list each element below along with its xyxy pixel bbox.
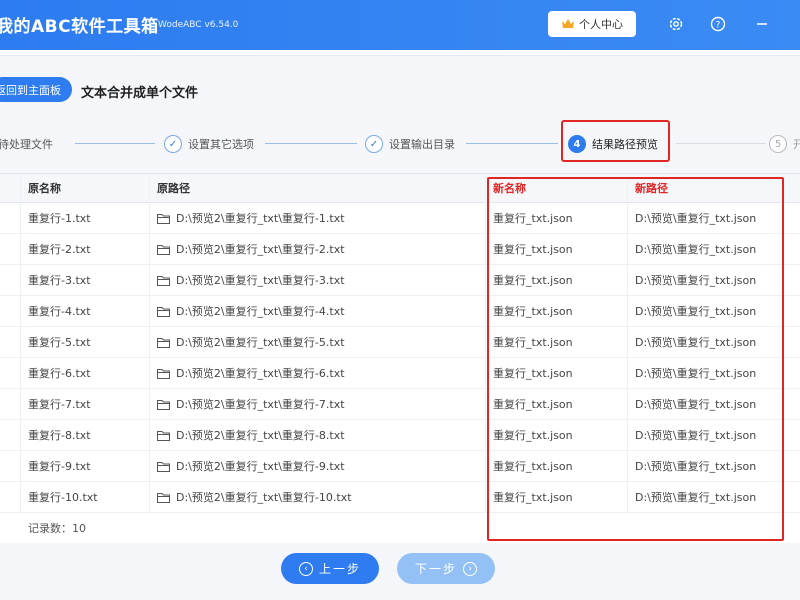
cell-orig-name: 重复行-2.txt [28,243,91,256]
step-connector [466,143,558,144]
cell-orig-name: 重复行-1.txt [28,212,91,225]
prev-step-button[interactable]: ‹ 上一步 [281,553,379,584]
check-circle-icon: ✓ [365,135,383,153]
step-highlight-box [561,120,670,162]
header-orig-name[interactable]: 原名称 [28,174,61,203]
step-2[interactable]: ✓ 设置其它选项 [164,125,254,163]
cell-orig-path: D:\预览2\重复行_txt\重复行-10.txt [157,482,352,513]
stepper: 选择待处理文件 ✓ 设置其它选项 ✓ 设置输出目录 4 结果路径预览 5 开 [0,125,800,163]
cell-orig-path-text: D:\预览2\重复行_txt\重复行-6.txt [176,367,345,380]
cell-orig-name: 重复行-10.txt [28,491,98,504]
cell-orig-path-text: D:\预览2\重复行_txt\重复行-1.txt [176,212,345,225]
step-1[interactable]: 选择待处理文件 [0,125,53,163]
svg-text:?: ? [716,21,721,31]
step-connector [676,143,766,144]
cell-orig-name: 重复行-9.txt [28,460,91,473]
step-label: 设置输出目录 [389,138,455,151]
record-count: 记录数：10 [28,522,86,535]
cell-orig-path: D:\预览2\重复行_txt\重复行-9.txt [157,451,345,482]
cell-orig-name: 重复行-5.txt [28,336,91,349]
cell-orig-path-text: D:\预览2\重复行_txt\重复行-7.txt [176,398,345,411]
prev-step-label: 上一步 [318,562,361,576]
cell-orig-path-text: D:\预览2\重复行_txt\重复行-8.txt [176,429,345,442]
toolbar-strip [0,50,800,56]
folder-icon [157,337,170,348]
step-label: 开 [793,138,800,151]
page-title: 文本合并成单个文件 [81,86,199,101]
folder-icon [157,306,170,317]
user-center-label: 个人中心 [579,18,623,31]
step-5[interactable]: 5 开 [769,125,800,163]
app-title: 我的ABC软件工具箱 [0,17,159,37]
next-step-label: 下一步 [414,562,457,576]
step-label: 选择待处理文件 [0,138,53,151]
cell-orig-path-text: D:\预览2\重复行_txt\重复行-10.txt [176,491,352,504]
folder-icon [157,275,170,286]
cell-orig-path: D:\预览2\重复行_txt\重复行-5.txt [157,327,345,358]
cell-orig-path-text: D:\预览2\重复行_txt\重复行-5.txt [176,336,345,349]
cell-orig-path: D:\预览2\重复行_txt\重复行-1.txt [157,203,345,234]
cell-orig-path: D:\预览2\重复行_txt\重复行-8.txt [157,420,345,451]
cell-orig-name: 重复行-6.txt [28,367,91,380]
folder-icon [157,430,170,441]
chevron-left-icon: ‹ [298,561,313,576]
folder-icon [157,213,170,224]
crown-icon [562,19,574,28]
folder-icon [157,492,170,503]
gear-icon[interactable] [666,14,686,34]
cell-orig-name: 重复行-7.txt [28,398,91,411]
step-label: 设置其它选项 [188,138,254,151]
folder-icon [157,244,170,255]
cell-orig-path: D:\预览2\重复行_txt\重复行-2.txt [157,234,345,265]
cell-orig-path-text: D:\预览2\重复行_txt\重复行-3.txt [176,274,345,287]
step-connector [265,143,357,144]
cell-orig-path-text: D:\预览2\重复行_txt\重复行-9.txt [176,460,345,473]
check-circle-icon: ✓ [164,135,182,153]
step-number: 5 [769,135,787,153]
folder-icon [157,368,170,379]
folder-icon [157,399,170,410]
minimize-icon[interactable] [752,14,772,34]
title-bar: 我的ABC软件工具箱 WodeABC v6.54.0 个人中心 ? [0,0,800,50]
cell-orig-path-text: D:\预览2\重复行_txt\重复行-4.txt [176,305,345,318]
back-to-main-button[interactable]: 返回到主面板 [0,77,72,102]
cell-orig-name: 重复行-3.txt [28,274,91,287]
app-version: WodeABC v6.54.0 [158,20,239,30]
help-icon[interactable]: ? [708,14,728,34]
step-3[interactable]: ✓ 设置输出目录 [365,125,455,163]
cell-orig-path-text: D:\预览2\重复行_txt\重复行-2.txt [176,243,345,256]
cell-orig-path: D:\预览2\重复行_txt\重复行-3.txt [157,265,345,296]
new-columns-highlight-box [487,177,784,541]
header-orig-path[interactable]: 原路径 [157,174,190,203]
folder-icon [157,461,170,472]
step-connector [75,143,155,144]
chevron-right-icon: › [463,561,477,576]
cell-orig-path: D:\预览2\重复行_txt\重复行-6.txt [157,358,345,389]
cell-orig-path: D:\预览2\重复行_txt\重复行-4.txt [157,296,345,327]
cell-orig-path: D:\预览2\重复行_txt\重复行-7.txt [157,389,345,420]
next-step-button[interactable]: 下一步 › [397,553,495,584]
user-center-button[interactable]: 个人中心 [548,11,636,37]
cell-orig-name: 重复行-8.txt [28,429,91,442]
cell-orig-name: 重复行-4.txt [28,305,91,318]
